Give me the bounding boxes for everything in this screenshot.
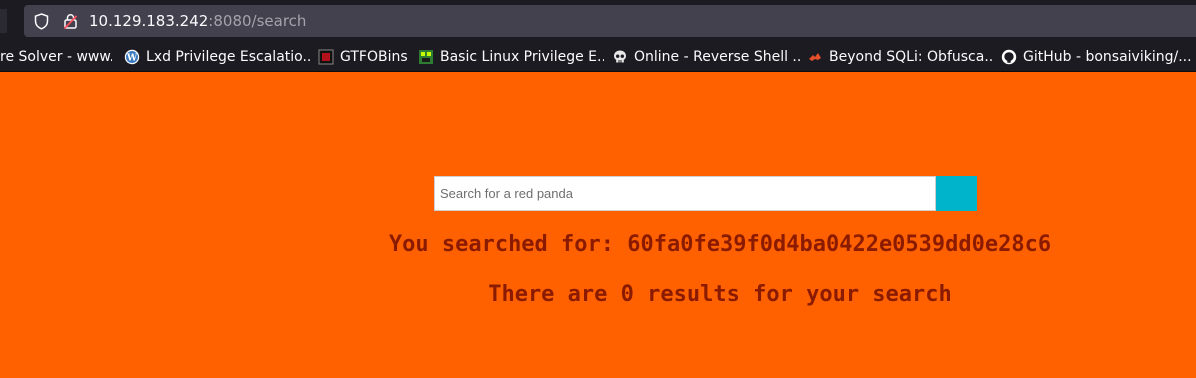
address-bar[interactable]: 10.129.183.242:8080/search <box>24 5 1196 37</box>
skull-icon <box>614 50 626 63</box>
gtfobins-icon <box>318 49 334 65</box>
shield-icon[interactable] <box>34 13 49 30</box>
bookmark-reverse-shell[interactable]: Online - Reverse Shell ... <box>612 42 800 72</box>
searched-for-heading: You searched for: 60fa0fe39f0d4ba0422e05… <box>0 232 1196 257</box>
search-input[interactable] <box>434 176 936 211</box>
insecure-lock-icon[interactable] <box>63 13 78 30</box>
results-count-heading: There are 0 results for your search <box>488 282 952 307</box>
page-content: You searched for: 60fa0fe39f0d4ba0422e05… <box>0 72 1196 378</box>
bookmark-label: Beyond SQLi: Obfusca... <box>829 49 993 65</box>
bookmark-label: Online - Reverse Shell ... <box>634 49 800 65</box>
bookmark-label: re Solver - www... <box>0 49 112 65</box>
url-text[interactable]: 10.129.183.242:8080/search <box>89 12 306 30</box>
bookmarks-toolbar: re Solver - www... W Lxd Privilege Escal… <box>0 42 1196 72</box>
url-port-path: :8080/search <box>208 12 307 30</box>
url-host: 10.129.183.242 <box>89 12 209 30</box>
bookmark-label: Lxd Privilege Escalatio... <box>146 49 312 65</box>
pixel-art-icon <box>419 50 433 64</box>
bookmark-label: GTFOBins <box>340 49 408 65</box>
search-form <box>434 176 977 211</box>
wordpress-icon: W <box>124 49 140 65</box>
svg-text:W: W <box>126 54 138 64</box>
navigation-bar: 10.129.183.242:8080/search <box>0 0 1196 42</box>
bookmark-solver[interactable]: re Solver - www... <box>0 42 112 72</box>
bookmark-label: Basic Linux Privilege E... <box>440 49 604 65</box>
browser-chrome: 10.129.183.242:8080/search re Solver - w… <box>0 0 1196 72</box>
search-button[interactable] <box>936 176 977 211</box>
bookmark-github-bonsaiviking[interactable]: GitHub - bonsaiviking/... <box>1001 42 1196 72</box>
bookmark-gtfobins[interactable]: GTFOBins <box>318 42 410 72</box>
searched-for-value: 60fa0fe39f0d4ba0422e0539dd0e28c6 <box>627 232 1052 257</box>
flame-icon <box>809 53 821 61</box>
bookmark-basic-linux-privilege[interactable]: Basic Linux Privilege E... <box>418 42 604 72</box>
bookmark-beyond-sqli[interactable]: Beyond SQLi: Obfusca... <box>807 42 993 72</box>
github-icon <box>1001 49 1017 65</box>
toolbar-button-edge[interactable] <box>0 9 7 33</box>
bookmark-lxd-privilege-escalation[interactable]: W Lxd Privilege Escalatio... <box>124 42 312 72</box>
bookmark-label: GitHub - bonsaiviking/... <box>1023 49 1192 65</box>
searched-for-label: You searched for: <box>388 232 615 257</box>
